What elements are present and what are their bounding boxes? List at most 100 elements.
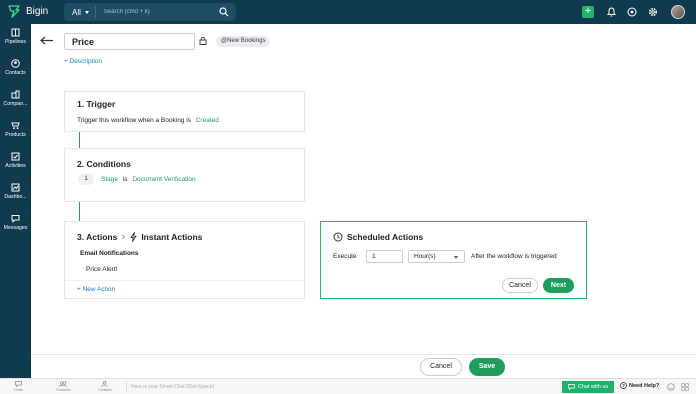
smart-chat-input[interactable] — [126, 381, 556, 393]
pipelines-icon — [11, 28, 20, 37]
sidebar-item-label: Messages — [3, 225, 28, 231]
bottom-chats[interactable]: Chats — [14, 381, 23, 392]
dashboards-icon — [11, 183, 20, 192]
app-name: Bigin — [26, 5, 49, 17]
workflow-editor: Price @New Bookings + Description 1. Tri… — [31, 24, 696, 354]
add-description-link[interactable]: + Description — [64, 58, 102, 65]
new-action-link[interactable]: + New Action — [77, 286, 115, 293]
chat-with-us-button[interactable]: Chat with us — [562, 381, 614, 393]
email-notifications-heading: Email Notifications — [80, 250, 139, 257]
chat-bubble-icon — [15, 381, 22, 387]
chat-with-us-label: Chat with us — [577, 384, 609, 390]
sidebar-item-messages[interactable]: Messages — [0, 214, 31, 231]
top-right-actions: + — [582, 0, 696, 24]
instant-actions-tab[interactable]: Instant Actions — [141, 232, 202, 242]
app-logo[interactable]: Bigin — [7, 4, 48, 18]
flow-connector — [79, 202, 80, 221]
execute-suffix: After the workflow is triggered — [471, 253, 557, 260]
sidebar-item-label: Products — [5, 132, 26, 138]
trigger-title: 1. Trigger — [77, 99, 116, 109]
chevron-right-icon — [122, 234, 126, 240]
bottom-contacts[interactable]: Contacts — [98, 381, 112, 392]
channels-icon — [59, 381, 68, 387]
chevron-down-icon — [84, 10, 89, 14]
bigin-logo-icon — [8, 5, 20, 18]
grid-icon[interactable] — [681, 383, 689, 391]
bottom-label: Contacts — [98, 388, 112, 392]
sidebar: Pipelines Contacts Compan... Products Ac… — [0, 24, 31, 378]
chevron-down-icon — [454, 256, 458, 259]
scheduled-cancel-button[interactable]: Cancel — [502, 278, 538, 293]
back-arrow-icon[interactable] — [40, 36, 54, 45]
actions-header: 3. Actions Instant Actions — [77, 232, 202, 242]
time-unit-value: Hour(s) — [414, 253, 436, 260]
sidebar-item-label: Compan... — [3, 101, 28, 107]
condition-number: 1 — [78, 173, 94, 185]
sidebar-item-products[interactable]: Products — [0, 121, 31, 138]
trigger-text: Trigger this workflow when a Booking is — [77, 117, 191, 124]
help-icon: ? — [620, 382, 627, 389]
lock-icon — [199, 36, 207, 45]
svg-text:?: ? — [622, 383, 625, 388]
action-item[interactable]: Price Alert! — [86, 266, 117, 273]
conditions-title: 2. Conditions — [77, 159, 131, 169]
bottom-bar: Chats Channels Contacts Chat with us ? N… — [0, 378, 696, 394]
need-help-button[interactable]: ? Need Help? — [620, 382, 659, 389]
save-button[interactable]: Save — [469, 358, 505, 376]
contacts-icon — [11, 59, 20, 68]
scheduled-next-button[interactable]: Next — [543, 278, 574, 293]
trigger-card[interactable]: 1. Trigger Trigger this workflow when a … — [64, 91, 305, 132]
chat-icon — [568, 384, 575, 390]
bell-icon[interactable] — [603, 4, 619, 20]
flow-connector — [79, 132, 80, 148]
bottom-label: Chats — [14, 388, 24, 392]
workflow-name-input[interactable]: Price — [64, 33, 195, 50]
target-icon[interactable] — [624, 4, 640, 20]
avatar[interactable] — [671, 5, 685, 19]
gear-icon[interactable] — [645, 4, 661, 20]
sidebar-item-label: Dashbo... — [4, 194, 27, 200]
need-help-label: Need Help? — [629, 382, 660, 389]
top-bar: Bigin All + — [0, 0, 696, 24]
condition-operator: is — [122, 176, 128, 183]
sidebar-item-label: Pipelines — [4, 39, 27, 45]
condition-row[interactable]: Stage is Document Verification — [101, 176, 196, 183]
search-icon[interactable] — [219, 7, 229, 17]
search-scope-label: All — [72, 7, 81, 17]
activities-icon — [11, 152, 20, 161]
footer-action-bar: Cancel Save — [31, 354, 696, 378]
sidebar-item-pipelines[interactable]: Pipelines — [0, 28, 31, 45]
sidebar-item-activities[interactable]: Activities — [0, 152, 31, 169]
scheduled-actions-panel: Scheduled Actions Execute 1 Hour(s) Afte… — [320, 221, 587, 299]
trigger-sentence: Trigger this workflow when a Booking is … — [77, 117, 219, 124]
actions-card: 3. Actions Instant Actions Email Notific… — [64, 221, 305, 299]
search-scope-dropdown[interactable]: All — [64, 6, 96, 18]
sidebar-item-companies[interactable]: Compan... — [0, 90, 31, 107]
messages-icon — [11, 215, 20, 223]
quick-create-button[interactable]: + — [582, 6, 594, 18]
companies-icon — [11, 90, 20, 99]
products-icon — [11, 122, 20, 130]
user-icon — [101, 381, 109, 387]
global-search: All — [64, 3, 236, 21]
bottom-label: Channels — [56, 388, 71, 392]
search-input[interactable] — [95, 9, 206, 15]
clock-icon — [333, 232, 343, 242]
bottom-channels[interactable]: Channels — [56, 381, 71, 392]
execute-value-input[interactable]: 1 — [366, 250, 403, 263]
emoji-icon[interactable] — [667, 383, 675, 391]
sidebar-item-label: Activities — [5, 163, 26, 169]
actions-title: 3. Actions — [77, 232, 118, 242]
sidebar-item-label: Contacts — [5, 70, 26, 76]
cancel-button[interactable]: Cancel — [420, 358, 462, 376]
time-unit-select[interactable]: Hour(s) — [408, 250, 465, 263]
sidebar-item-dashboards[interactable]: Dashbo... — [0, 183, 31, 200]
lightning-icon — [130, 232, 137, 242]
execute-label: Execute — [333, 253, 357, 260]
condition-value: Document Verification — [132, 176, 196, 183]
sidebar-item-contacts[interactable]: Contacts — [0, 59, 31, 76]
condition-field: Stage — [101, 176, 118, 183]
trigger-event[interactable]: Created — [196, 117, 219, 124]
conditions-card[interactable]: 2. Conditions 1 Stage is Document Verifi… — [64, 148, 305, 202]
divider — [65, 280, 304, 281]
